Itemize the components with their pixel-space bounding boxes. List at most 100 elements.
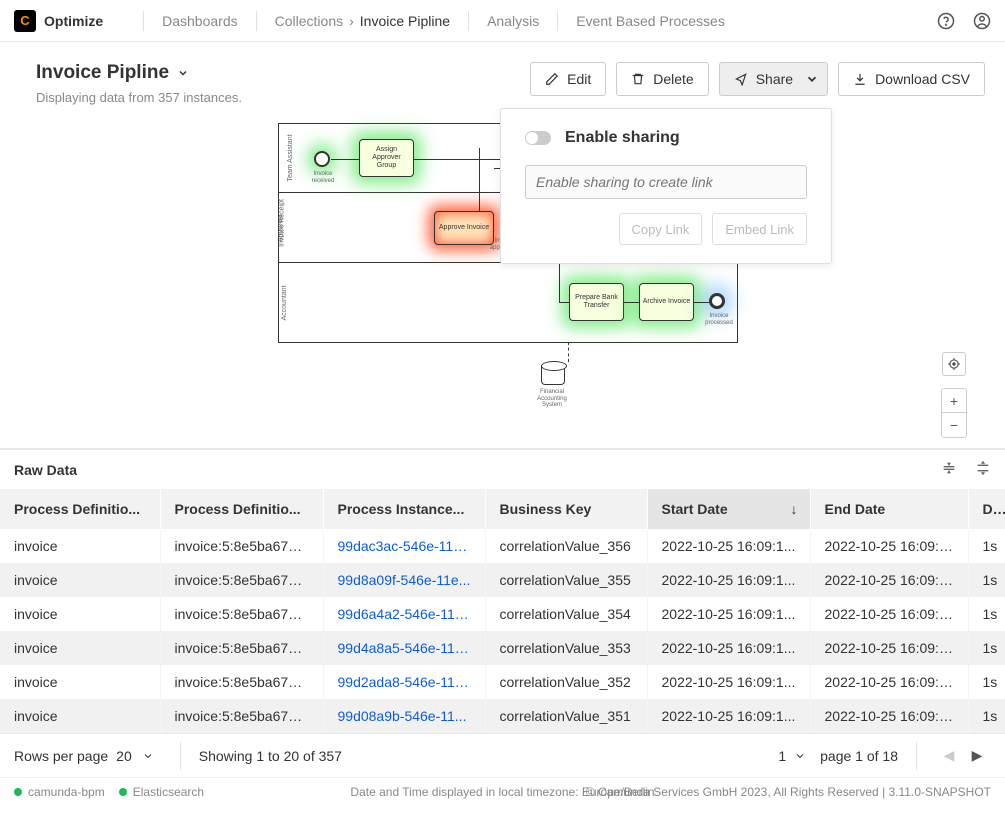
status-elastic: Elasticsearch xyxy=(133,785,204,799)
cell-dur: 1s xyxy=(968,563,1005,597)
app-header: C Optimize Dashboards Collections › Invo… xyxy=(0,0,1005,42)
zoom-out-button[interactable]: − xyxy=(942,413,966,437)
cell-end: 2022-10-25 16:09:1... xyxy=(810,631,968,665)
table-row: invoiceinvoice:5:8e5ba671-...99d08a9b-54… xyxy=(0,699,1005,733)
nav-dashboards[interactable]: Dashboards xyxy=(162,13,238,29)
breadcrumb-current[interactable]: Invoice Pipline xyxy=(360,13,450,29)
table-row: invoiceinvoice:5:8e5ba671-...99dac3ac-54… xyxy=(0,529,1005,563)
copy-link-button[interactable]: Copy Link xyxy=(619,213,703,245)
col-end-date[interactable]: End Date xyxy=(810,489,968,529)
lane-team-assistant: Team Assistant xyxy=(287,134,294,181)
cell-instance-link[interactable]: 99d6a4a2-546e-11e... xyxy=(323,597,485,631)
page-title[interactable]: Invoice Pipline xyxy=(36,62,530,84)
cell-instance-link[interactable]: 99d4a8a5-546e-11e... xyxy=(323,631,485,665)
task-prepare: Prepare Bank Transfer xyxy=(569,283,624,321)
cell-bk: correlationValue_354 xyxy=(485,597,647,631)
locate-button[interactable] xyxy=(942,352,966,376)
cell-dur: 1s xyxy=(968,597,1005,631)
nav-analysis[interactable]: Analysis xyxy=(487,13,539,29)
app-brand: Optimize xyxy=(44,13,103,29)
expand-rows-icon[interactable] xyxy=(975,460,991,479)
embed-link-button[interactable]: Embed Link xyxy=(712,213,807,245)
cell-pdk: invoice xyxy=(0,699,160,733)
cell-dur: 1s xyxy=(968,699,1005,733)
chevron-down-icon xyxy=(177,67,189,79)
cell-start: 2022-10-25 16:09:1... xyxy=(647,529,810,563)
table-pager: Rows per page 20 Showing 1 to 20 of 357 … xyxy=(0,733,1005,777)
page-header: Invoice Pipline Displaying data from 357… xyxy=(0,42,1005,113)
end-caption: Invoice processed xyxy=(699,313,739,326)
chevron-down-icon xyxy=(794,750,806,762)
task-assign: Assign Approver Group xyxy=(359,139,414,177)
cell-instance-link[interactable]: 99d2ada8-546e-11e... xyxy=(323,665,485,699)
share-label: Share xyxy=(756,71,793,87)
col-start-date[interactable]: Start Date↓ xyxy=(647,489,810,529)
cell-pdi: invoice:5:8e5ba671-... xyxy=(160,563,323,597)
page-subtitle: Displaying data from 357 instances. xyxy=(36,90,530,105)
cell-pdi: invoice:5:8e5ba671-... xyxy=(160,699,323,733)
start-event xyxy=(314,151,330,167)
delete-label: Delete xyxy=(653,71,693,87)
table-row: invoiceinvoice:5:8e5ba671-...99d2ada8-54… xyxy=(0,665,1005,699)
user-icon[interactable] xyxy=(973,12,991,30)
cell-pdk: invoice xyxy=(0,529,160,563)
crosshair-icon xyxy=(947,357,961,371)
zoom-in-button[interactable]: + xyxy=(942,389,966,413)
cell-start: 2022-10-25 16:09:1... xyxy=(647,699,810,733)
datastore-icon xyxy=(541,365,565,385)
sort-desc-icon: ↓ xyxy=(791,501,798,517)
next-page-button[interactable]: ▶ xyxy=(963,742,991,770)
nav-events[interactable]: Event Based Processes xyxy=(576,13,725,29)
cell-end: 2022-10-25 16:09:1... xyxy=(810,563,968,597)
cell-start: 2022-10-25 16:09:1... xyxy=(647,597,810,631)
raw-data-section: Raw Data Process Definitio... Process De… xyxy=(0,448,1005,777)
map-controls: + − xyxy=(941,352,967,438)
page-title-text: Invoice Pipline xyxy=(36,62,169,84)
lane-accountant: Accountant xyxy=(281,285,288,320)
share-button[interactable]: Share xyxy=(719,62,828,96)
edit-button[interactable]: Edit xyxy=(530,62,606,96)
cell-start: 2022-10-25 16:09:1... xyxy=(647,631,810,665)
col-business-key[interactable]: Business Key xyxy=(485,489,647,529)
cell-pdk: invoice xyxy=(0,631,160,665)
cell-instance-link[interactable]: 99dac3ac-546e-11e... xyxy=(323,529,485,563)
status-dot-icon xyxy=(119,788,127,796)
download-csv-button[interactable]: Download CSV xyxy=(838,62,985,96)
table-header-row: Process Definitio... Process Definitio..… xyxy=(0,489,1005,529)
col-duration[interactable]: Dur xyxy=(968,489,1005,529)
nav-collections[interactable]: Collections xyxy=(275,13,343,29)
rows-per-page-select[interactable]: 20 xyxy=(108,744,162,768)
cell-start: 2022-10-25 16:09:1... xyxy=(647,665,810,699)
cell-instance-link[interactable]: 99d8a09f-546e-11e... xyxy=(323,563,485,597)
delete-button[interactable]: Delete xyxy=(616,62,708,96)
raw-data-table: Process Definitio... Process Definitio..… xyxy=(0,489,1005,733)
cell-end: 2022-10-25 16:09:1... xyxy=(810,665,968,699)
download-label: Download CSV xyxy=(875,71,970,87)
footer-timezone: Date and Time displayed in local timezon… xyxy=(350,785,654,799)
cell-bk: correlationValue_353 xyxy=(485,631,647,665)
status-dot-icon xyxy=(14,788,22,796)
col-process-instance[interactable]: Process Instance... xyxy=(323,489,485,529)
trash-icon xyxy=(631,72,645,86)
col-process-def-id[interactable]: Process Definitio... xyxy=(160,489,323,529)
page-of-label: page 1 of 18 xyxy=(820,748,898,764)
cell-pdi: invoice:5:8e5ba671-... xyxy=(160,631,323,665)
cell-bk: correlationValue_352 xyxy=(485,665,647,699)
table-row: invoiceinvoice:5:8e5ba671-...99d6a4a2-54… xyxy=(0,597,1005,631)
cell-bk: correlationValue_356 xyxy=(485,529,647,563)
table-title: Raw Data xyxy=(14,462,941,478)
share-icon xyxy=(734,72,748,86)
help-icon[interactable] xyxy=(937,12,955,30)
lane-approver: Approver xyxy=(278,213,285,241)
cell-pdi: invoice:5:8e5ba671-... xyxy=(160,529,323,563)
prev-page-button[interactable]: ◀ xyxy=(935,742,963,770)
page-select[interactable]: 1 xyxy=(778,748,806,764)
cell-pdk: invoice xyxy=(0,597,160,631)
cell-instance-link[interactable]: 99d08a9b-546e-11... xyxy=(323,699,485,733)
end-event xyxy=(709,293,725,309)
collapse-rows-icon[interactable] xyxy=(941,460,957,479)
cell-pdk: invoice xyxy=(0,563,160,597)
status-camunda: camunda-bpm xyxy=(28,785,105,799)
enable-sharing-toggle[interactable] xyxy=(525,131,551,145)
col-process-def-key[interactable]: Process Definitio... xyxy=(0,489,160,529)
